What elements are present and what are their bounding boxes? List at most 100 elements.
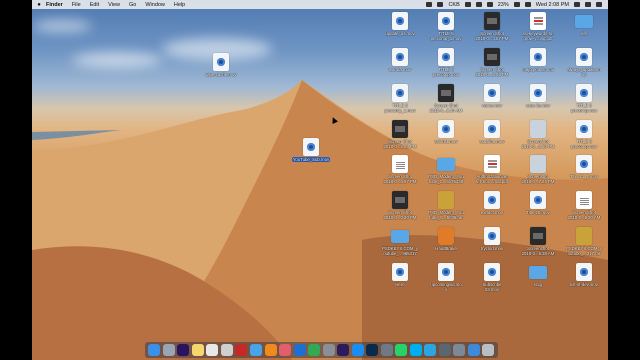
menu-clock[interactable]: Wed 2:08 PM: [536, 2, 569, 8]
notification-center-icon[interactable]: [596, 2, 602, 7]
pdf-file-icon: [530, 12, 546, 30]
desktop-file-item[interactable]: Screen Shot 2018-0...5.53 PM: [378, 120, 422, 149]
telegram-icon[interactable]: [424, 344, 437, 356]
desktop-file-item[interactable]: upcomingvid.mo v: [424, 263, 468, 292]
desktop-file-item[interactable]: ssi-keywords-to- grow-y...ing.pdf: [516, 12, 560, 41]
whatsapp-icon[interactable]: [395, 344, 408, 356]
menu-file[interactable]: File: [72, 2, 81, 8]
desktop-file-label: PSDKEYS.COM_y outube_...317.rar: [565, 246, 603, 256]
app-icon[interactable]: [220, 344, 233, 356]
screen-record-icon[interactable]: [426, 2, 433, 7]
movie-file-icon: [484, 120, 500, 138]
movie-file-icon: [530, 84, 546, 102]
quicktime-icon[interactable]: [438, 344, 451, 356]
bluetooth-icon[interactable]: [486, 2, 493, 7]
menu-help[interactable]: Help: [174, 2, 185, 8]
premiere-icon[interactable]: [177, 344, 190, 356]
flag-icon[interactable]: [524, 2, 531, 7]
battery-percent[interactable]: 23%: [498, 2, 509, 8]
vlc-icon[interactable]: [264, 344, 277, 356]
desktop-file-item[interactable]: TITLE 6 precomp_1.mov: [378, 84, 422, 113]
finder-window-icon[interactable]: [380, 344, 393, 356]
trash-icon[interactable]: [482, 344, 495, 356]
skype-icon[interactable]: [409, 344, 422, 356]
app-store-icon[interactable]: [351, 344, 364, 356]
teamviewer-icon[interactable]: [293, 344, 306, 356]
desktop-file-item[interactable]: Screen Shot 2018-0...0.20 PM: [378, 191, 422, 220]
preview-icon[interactable]: [453, 344, 466, 356]
after-effects-icon[interactable]: [337, 344, 350, 356]
desktop-file-item[interactable]: ssusilne.mov: [470, 120, 514, 144]
desktop-file-item[interactable]: name.mov: [470, 84, 514, 108]
desktop-file-item[interactable]: TITLE 5 precomp_1.mov: [424, 12, 468, 41]
desktop-file-item[interactable]: PSDKEYS.COM_y outube_...965317: [378, 227, 422, 256]
desktop-file-item[interactable]: PSDKEYS.COM_y outube_...317.rar: [562, 227, 606, 256]
settings-icon[interactable]: [322, 344, 335, 356]
safari-icon[interactable]: [249, 344, 262, 356]
folder-icon[interactable]: [467, 344, 480, 356]
chrome-icon[interactable]: [308, 344, 321, 356]
handbrake-app-icon: [438, 227, 454, 245]
desktop-file-item[interactable]: Screenshot 2018-0...7.26 PM: [516, 155, 560, 184]
desktop-file-item[interactable]: PSD_Modern_You tube_C...5175438: [424, 155, 468, 184]
volume-icon[interactable]: [475, 2, 482, 7]
apple-menu-icon[interactable]: ●: [32, 2, 46, 8]
finder-icon[interactable]: [148, 344, 161, 356]
desktop-file-item[interactable]: Subscribe 03.mov: [470, 263, 514, 292]
archive-file-icon: [576, 227, 592, 245]
wifi-icon[interactable]: [464, 2, 471, 7]
menu-window[interactable]: Window: [145, 2, 165, 8]
desktop-file-item[interactable]: Screen Shot 2018-0...6.57 PM: [378, 155, 422, 184]
desktop-file-item[interactable]: sccg: [516, 263, 560, 287]
notes-icon[interactable]: [191, 344, 204, 356]
filezilla-icon[interactable]: [235, 344, 248, 356]
desktop-file-item[interactable]: Screenshot 2018-0...6.50 PM: [516, 120, 560, 149]
menu-view[interactable]: View: [108, 2, 120, 8]
desktop-file-item[interactable]: ssus-ite.mov: [516, 84, 560, 108]
desktop-file-item[interactable]: sslorist.mov: [424, 120, 468, 144]
launchpad-icon[interactable]: [162, 344, 175, 356]
desktop-file-item[interactable]: HandBrake: [424, 227, 468, 251]
desktop-file-item[interactable]: Title 14_1.mov: [562, 155, 606, 179]
desktop-file-item[interactable]: YouTube_Sub.mov: [289, 138, 333, 162]
desktop-file-item[interactable]: majorpoints.mov: [516, 48, 560, 72]
desktop-file-label: ssusilne.mov: [479, 139, 505, 144]
desktop-file-item[interactable]: AuthorizationLet ter-Soc...mat.pdf: [470, 155, 514, 184]
photos-icon[interactable]: [279, 344, 292, 356]
search-icon[interactable]: [574, 2, 580, 7]
desktop-file-item[interactable]: update_us.mov: [378, 12, 422, 36]
textedit-icon[interactable]: [206, 344, 219, 356]
menu-go[interactable]: Go: [129, 2, 136, 8]
menu-app-name[interactable]: Finder: [46, 2, 63, 8]
folder-icon: [529, 266, 547, 279]
desktop-file-item[interactable]: Screen Shot 2018-0...4.57 PM: [470, 12, 514, 41]
desktop-file-item[interactable]: wipe-cache.mov: [199, 53, 243, 77]
input-source-label[interactable]: CKB: [448, 2, 459, 8]
desktop-file-item[interactable]: TITLE 8 precomp.mov: [562, 120, 606, 149]
desktop-file-item[interactable]: extract.mov: [470, 191, 514, 215]
desktop-file-item[interactable]: TITLE 6 precomp.mov: [562, 84, 606, 113]
desktop-file-item[interactable]: Screenshot 2018-0...6.38 AM: [516, 227, 560, 256]
desktop-file-item[interactable]: TITLE 6 precomp.mov: [424, 48, 468, 77]
desktop-file-item[interactable]: afs: [562, 12, 606, 36]
movie-file-icon: [438, 12, 454, 30]
desktop-file-item[interactable]: Title 20.mov: [516, 191, 560, 215]
photoshop-icon[interactable]: [366, 344, 379, 356]
desktop-file-item[interactable]: warota.mov: [378, 48, 422, 72]
desktop-file-item[interactable]: list-of-dev.mov: [562, 263, 606, 287]
desktop-file-item[interactable]: Screen Shot 2018-0...5.30 AM: [562, 191, 606, 220]
desktop-file-label: TITLE 6 precomp.mov: [432, 67, 460, 77]
desktop-file-item[interactable]: Screen Shot 2018-0...5.34 AM: [424, 84, 468, 113]
desktop-file-item[interactable]: Here: [378, 263, 422, 287]
menu-edit[interactable]: Edit: [90, 2, 99, 8]
dock: [145, 342, 498, 358]
desktop-file-item[interactable]: trycmd.mov: [470, 227, 514, 251]
app-status-icon[interactable]: [437, 2, 444, 7]
desktop-file-item[interactable]: PSD_Modern_You tube_C...5036.rar: [424, 191, 468, 220]
desktop-file-label: Screen Shot 2018-0...0.20 PM: [383, 210, 417, 220]
desktop-file-item[interactable]: Screen Shot 2018-0...6.06 PM: [470, 48, 514, 77]
desktop-file-item[interactable]: always_update.m ov: [562, 48, 606, 77]
desktop-file-label: always_update.m ov: [567, 67, 601, 77]
battery-icon[interactable]: [513, 2, 520, 7]
siri-icon[interactable]: [585, 2, 591, 7]
